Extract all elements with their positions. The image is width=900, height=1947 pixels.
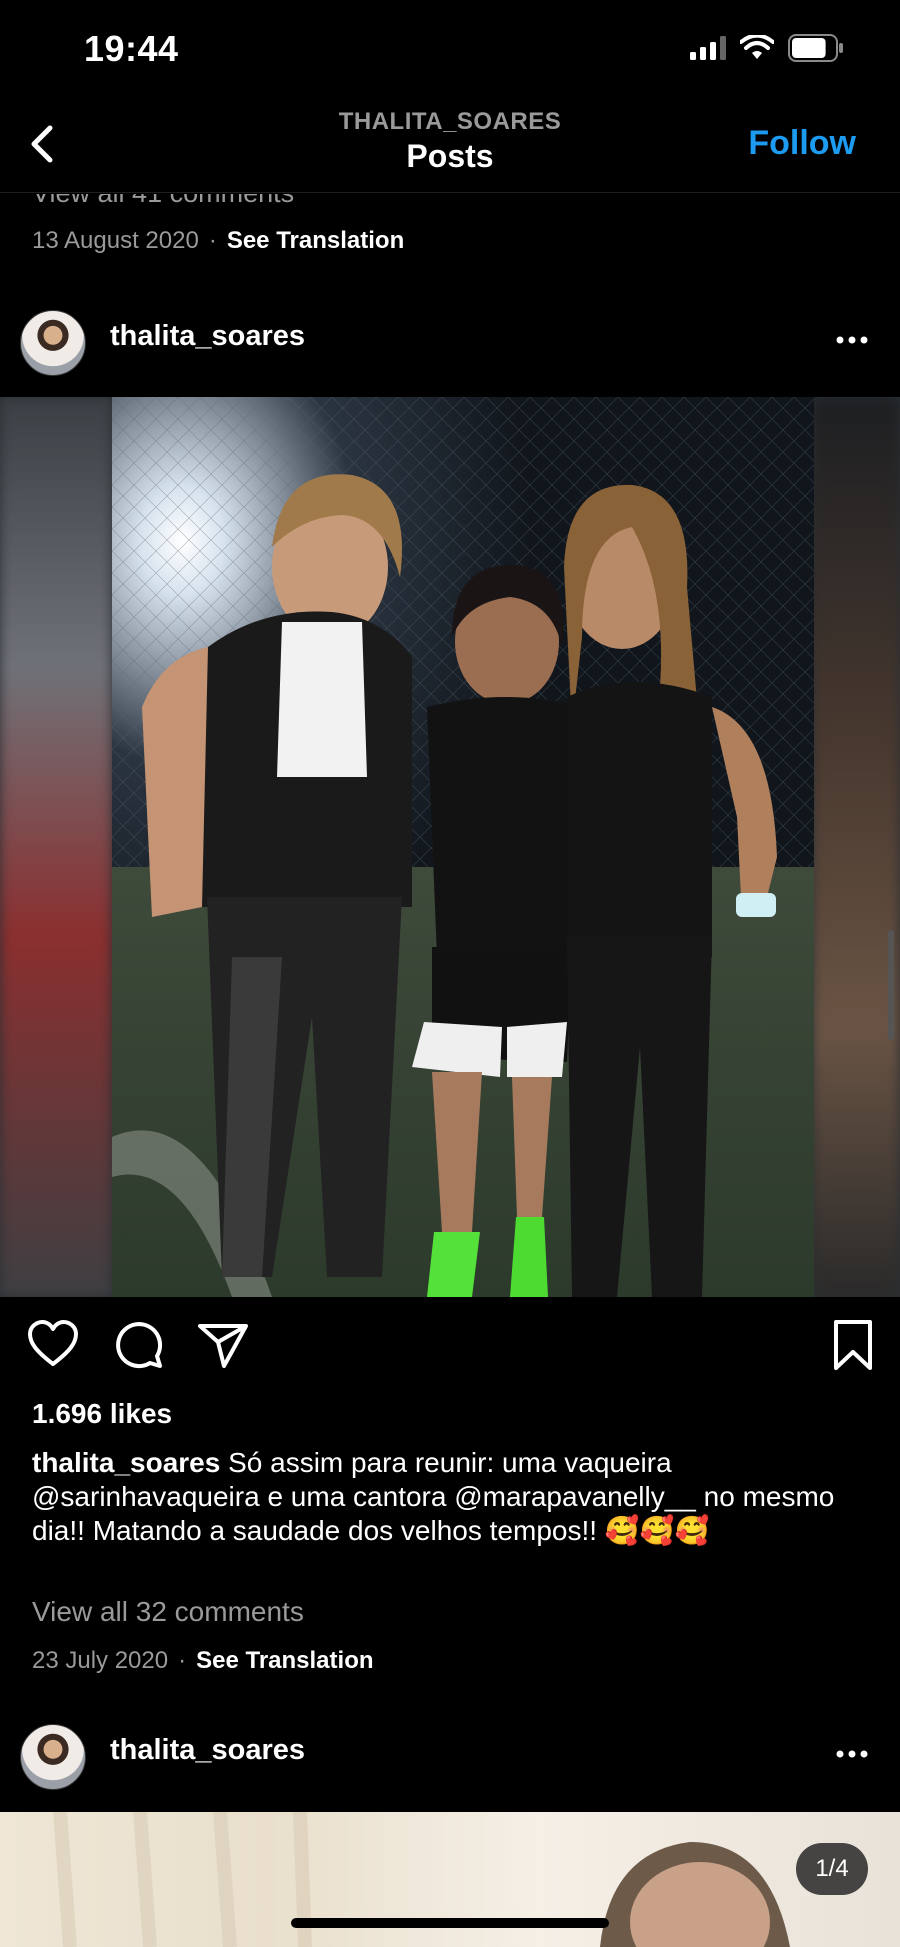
post-date: 23 July 2020 [32, 1647, 169, 1674]
avatar[interactable] [20, 1724, 86, 1790]
follow-button[interactable]: Follow [748, 124, 856, 163]
paper-plane-icon [198, 1324, 248, 1368]
ellipsis-icon [836, 336, 868, 344]
avatar[interactable] [20, 310, 86, 376]
post-username[interactable]: thalita_soares [110, 1734, 305, 1767]
status-icons [690, 34, 844, 62]
ellipsis-icon [836, 1750, 868, 1758]
previous-post-meta: 13 August 2020 · See Translation [32, 227, 404, 255]
separator-dot: · [208, 227, 217, 254]
photo-blur-right [812, 397, 900, 1297]
post-username[interactable]: thalita_soares [110, 320, 305, 353]
photo-blur-left [0, 397, 112, 1297]
like-count[interactable]: 1.696 likes [32, 1398, 172, 1430]
share-button[interactable] [196, 1318, 250, 1372]
comment-button[interactable] [112, 1318, 166, 1372]
scroll-indicator[interactable] [888, 930, 894, 1040]
post-date: 13 August 2020 [32, 227, 199, 254]
home-indicator[interactable] [291, 1918, 609, 1928]
post-header: thalita_soares [0, 300, 900, 380]
separator-dot: · [178, 1647, 187, 1674]
save-button[interactable] [826, 1318, 880, 1372]
post-meta: 23 July 2020 · See Translation [32, 1647, 374, 1675]
post-photo[interactable] [0, 397, 900, 1297]
nav-header: THALITA_SOARES Posts Follow [0, 96, 900, 193]
see-translation-link[interactable]: See Translation [196, 1647, 373, 1675]
post-caption: thalita_soares Só assim para reunir: uma… [32, 1446, 862, 1548]
more-options-button[interactable] [834, 322, 870, 358]
comment-bubble-icon [116, 1322, 163, 1369]
status-time: 19:44 [84, 28, 179, 69]
caption-username[interactable]: thalita_soares [32, 1447, 220, 1478]
cellular-signal-icon [690, 36, 726, 60]
bookmark-icon [834, 1320, 872, 1370]
heart-icon [28, 1320, 78, 1366]
carousel-position-badge: 1/4 [796, 1843, 868, 1895]
post-action-bar [0, 1318, 900, 1378]
next-post-header: thalita_soares [0, 1714, 900, 1794]
like-button[interactable] [26, 1318, 80, 1372]
wifi-icon [740, 35, 774, 59]
see-translation-link[interactable]: See Translation [227, 227, 404, 255]
more-options-button[interactable] [834, 1736, 870, 1772]
view-all-comments-link[interactable]: View all 32 comments [32, 1596, 304, 1628]
battery-icon [788, 34, 843, 62]
post-image [112, 397, 814, 1297]
